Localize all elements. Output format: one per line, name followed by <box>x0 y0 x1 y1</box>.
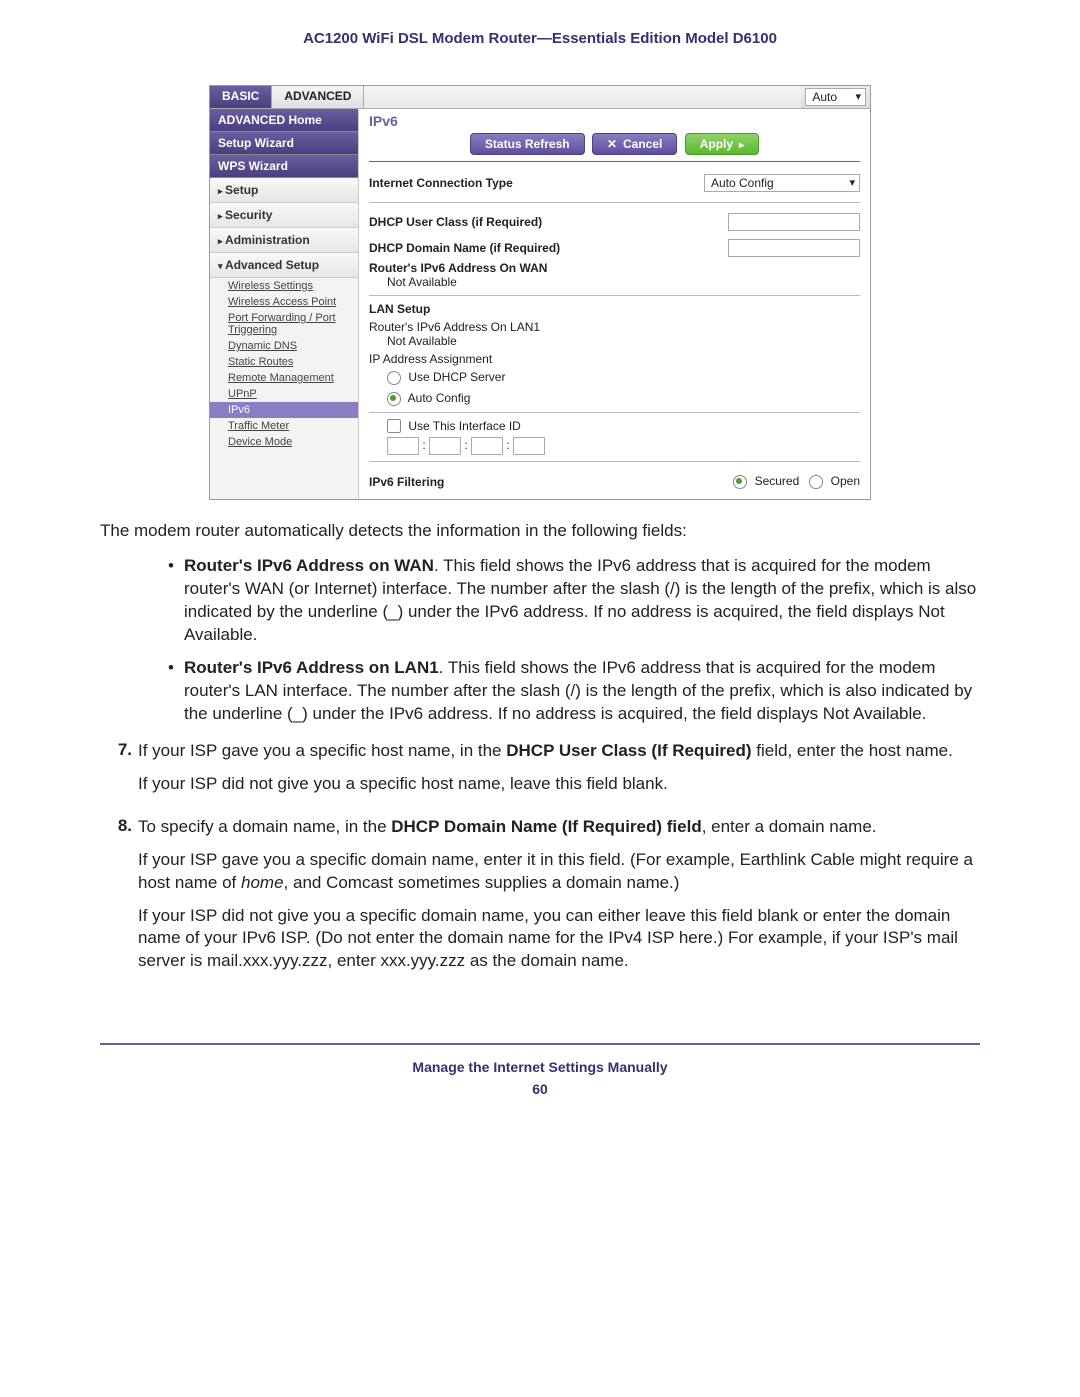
status-refresh-button[interactable]: Status Refresh <box>470 133 585 155</box>
doc-header: AC1200 WiFi DSL Modem Router—Essentials … <box>100 30 980 47</box>
bullet-lan1: Router's IPv6 Address on LAN1. This fiel… <box>168 657 980 726</box>
iface-id-3[interactable] <box>471 437 503 455</box>
sidebar-item-traffic-meter[interactable]: Traffic Meter <box>210 418 358 434</box>
lan-setup-label: LAN Setup <box>369 302 860 316</box>
sidebar-item-wap[interactable]: Wireless Access Point <box>210 294 358 310</box>
router-ui-screenshot: BASIC ADVANCED Auto ADVANCED Home Setup … <box>209 85 871 500</box>
step-number-8: 8. <box>100 816 138 984</box>
cancel-button[interactable]: ✕Cancel <box>592 133 677 155</box>
sidebar-security[interactable]: Security <box>210 203 358 228</box>
open-label: Open <box>831 474 860 488</box>
tab-advanced[interactable]: ADVANCED <box>272 86 364 108</box>
sidebar-item-remote-mgmt[interactable]: Remote Management <box>210 370 358 386</box>
dhcp-domain-label: DHCP Domain Name (if Required) <box>369 241 560 255</box>
sidebar-administration[interactable]: Administration <box>210 228 358 253</box>
secured-radio[interactable] <box>733 475 747 489</box>
page-footer: Manage the Internet Settings Manually 60 <box>100 1043 980 1097</box>
sidebar-setup-wizard[interactable]: Setup Wizard <box>210 132 358 155</box>
step-7-body: If your ISP gave you a specific host nam… <box>138 740 980 806</box>
sidebar-item-ipv6[interactable]: IPv6 <box>210 402 358 418</box>
use-interface-id-label: Use This Interface ID <box>408 419 521 433</box>
footer-page-number: 60 <box>100 1081 980 1097</box>
sidebar-advanced-home[interactable]: ADVANCED Home <box>210 109 358 132</box>
apply-button[interactable]: Apply▸ <box>685 133 759 155</box>
sidebar-item-ddns[interactable]: Dynamic DNS <box>210 338 358 354</box>
wan-addr-value: Not Available <box>369 275 860 289</box>
dhcp-user-class-label: DHCP User Class (if Required) <box>369 215 542 229</box>
sidebar-setup[interactable]: Setup <box>210 178 358 203</box>
sidebar-item-static-routes[interactable]: Static Routes <box>210 354 358 370</box>
step-8-body: To specify a domain name, in the DHCP Do… <box>138 816 980 984</box>
wan-addr-label: Router's IPv6 Address On WAN <box>369 261 860 275</box>
sidebar-item-wireless-settings[interactable]: Wireless Settings <box>210 278 358 294</box>
bullet-wan: Router's IPv6 Address on WAN. This field… <box>168 555 980 647</box>
iface-id-4[interactable] <box>513 437 545 455</box>
sidebar-item-device-mode[interactable]: Device Mode <box>210 434 358 450</box>
sidebar-item-port-forwarding[interactable]: Port Forwarding / Port Triggering <box>210 310 358 338</box>
use-dhcp-radio[interactable] <box>387 371 401 385</box>
intro-paragraph: The modem router automatically detects t… <box>100 520 980 543</box>
step-number-7: 7. <box>100 740 138 806</box>
bullet-list: Router's IPv6 Address on WAN. This field… <box>128 555 980 726</box>
ip-assign-label: IP Address Assignment <box>369 352 860 366</box>
lan1-addr-value: Not Available <box>369 334 860 348</box>
sidebar-advanced-setup[interactable]: Advanced Setup <box>210 253 358 278</box>
ipv6-filtering-label: IPv6 Filtering <box>369 475 444 489</box>
use-dhcp-label: Use DHCP Server <box>408 370 505 384</box>
iface-id-2[interactable] <box>429 437 461 455</box>
lan1-addr-label: Router's IPv6 Address On LAN1 <box>369 320 860 334</box>
sidebar-wps-wizard[interactable]: WPS Wizard <box>210 155 358 178</box>
auto-config-radio[interactable] <box>387 392 401 406</box>
sidebar: ADVANCED Home Setup Wizard WPS Wizard Se… <box>210 109 359 499</box>
ict-label: Internet Connection Type <box>369 176 513 190</box>
iface-id-1[interactable] <box>387 437 419 455</box>
dhcp-domain-input[interactable] <box>728 239 860 257</box>
secured-label: Secured <box>755 474 800 488</box>
open-radio[interactable] <box>809 475 823 489</box>
language-select[interactable]: Auto <box>805 88 866 106</box>
auto-config-label: Auto Config <box>408 391 471 405</box>
page-title: IPv6 <box>369 113 860 129</box>
ict-select[interactable]: Auto Config <box>704 174 860 192</box>
use-interface-id-checkbox[interactable] <box>387 419 401 433</box>
dhcp-user-class-input[interactable] <box>728 213 860 231</box>
footer-section-title: Manage the Internet Settings Manually <box>100 1059 980 1075</box>
tab-basic[interactable]: BASIC <box>210 86 272 108</box>
sidebar-item-upnp[interactable]: UPnP <box>210 386 358 402</box>
